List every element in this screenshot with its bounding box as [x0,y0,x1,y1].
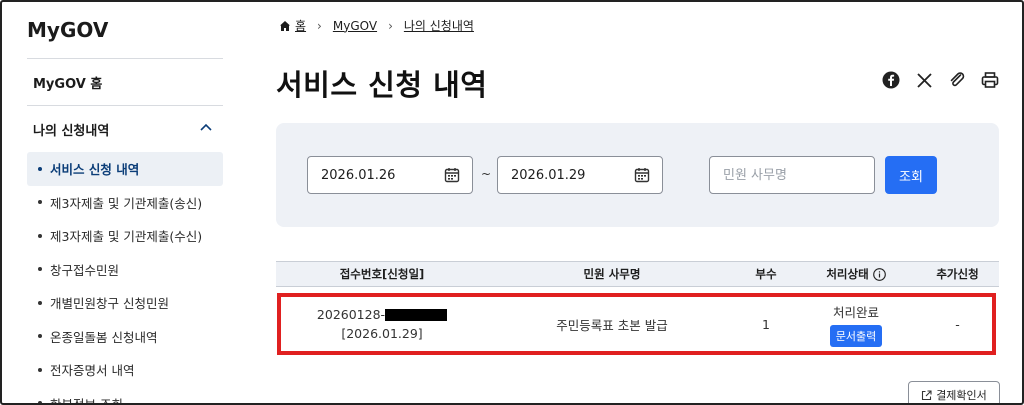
sidebar-item-mygov-home[interactable]: MyGOV 홈 [33,73,102,92]
sidebar-item-label: 전자증명서 내역 [50,363,135,379]
sidebar-item-allday-care[interactable]: 온종일돌봄 신청내역 [27,320,223,354]
sidebar-item-third-party-receive[interactable]: 제3자제출 및 기관제출(수신) [27,219,223,253]
column-header-status-label: 처리상태 [826,267,869,281]
civil-service-name-input[interactable] [709,156,875,194]
payment-confirm-button[interactable]: 결제확인서 [908,381,1000,405]
start-date-value: 2026.01.26 [321,167,396,183]
breadcrumb-mygov[interactable]: MyGOV [333,19,377,33]
breadcrumb-my-applications[interactable]: 나의 신청내역 [404,17,474,34]
sidebar-item-e-certificate[interactable]: 전자증명서 내역 [27,353,223,387]
redaction-bar [385,308,448,321]
column-header-status: 처리상태 [796,262,916,286]
page-title: 서비스 신청 내역 [276,68,488,102]
cell-extra: - [955,316,960,332]
bullet-icon [38,166,42,171]
sidebar-item-info-lookup[interactable]: 한부정보 조회 [27,387,223,405]
receipt-number: 20260128- [316,307,386,322]
column-header-copies: 부수 [755,267,777,281]
print-icon[interactable] [980,70,1000,90]
search-panel: 2026.01.26 ~ 2026.01.29 조회 [276,123,999,227]
chevron-up-icon[interactable] [199,120,213,134]
breadcrumb: 홈 › MyGOV › 나의 신청내역 [279,17,474,34]
sidebar-item-label: 창구접수민원 [50,262,120,278]
table-row: 20260128- [2026.01.29] 주민등록표 초본 발급 1 처리완… [276,292,999,356]
brand-title[interactable]: MyGOV [27,18,108,42]
sidebar-item-service-history[interactable]: 서비스 신청 내역 [27,152,223,186]
sidebar-section-my-applications[interactable]: 나의 신청내역 [33,120,109,139]
print-document-button[interactable]: 문서출력 [829,324,883,347]
search-button[interactable]: 조회 [885,156,937,194]
bullet-icon [38,300,42,305]
chevron-right-icon: › [317,18,322,33]
info-icon[interactable] [872,267,886,281]
bullet-icon [38,334,42,339]
bullet-icon [38,267,42,272]
date-range-separator: ~ [481,167,492,181]
sidebar-item-individual-counter[interactable]: 개별민원창구 신청민원 [27,286,223,320]
link-icon[interactable] [947,70,967,90]
divider [27,58,223,59]
cell-status: 처리완료 문서출력 [796,292,916,356]
column-header-receipt: 접수번호[신청일] [339,267,425,281]
sidebar-item-label: 개별민원창구 신청민원 [50,296,169,312]
sidebar-item-label: 온종일돌봄 신청내역 [50,329,158,345]
sidebar-item-third-party-send[interactable]: 제3자제출 및 기관제출(송신) [27,186,223,220]
column-header-name: 민원 사무명 [583,267,641,281]
x-icon[interactable] [914,70,934,90]
facebook-icon[interactable] [881,70,901,90]
sidebar-item-counter-civil[interactable]: 창구접수민원 [27,253,223,287]
sidebar-item-label: 제3자제출 및 기관제출(수신) [50,229,203,245]
calendar-icon[interactable] [634,167,650,183]
bullet-icon [38,200,42,205]
bullet-icon [38,233,42,238]
sidebar-submenu: 서비스 신청 내역 제3자제출 및 기관제출(송신) 제3자제출 및 기관제출(… [27,152,223,405]
sidebar-item-label: 제3자제출 및 기관제출(송신) [50,195,203,211]
cell-service-name: 주민등록표 초본 발급 [556,317,668,333]
column-header-extra: 추가신청 [936,267,979,281]
breadcrumb-home[interactable]: 홈 [295,17,306,34]
cell-receipt: 20260128- [2026.01.29] [276,292,488,356]
cell-copies: 1 [762,316,770,332]
divider [27,105,223,106]
status-text: 처리완료 [832,304,879,320]
payment-confirm-label: 결제확인서 [936,389,987,402]
sidebar-item-label: 한부정보 조회 [50,396,123,405]
share-toolbar [881,70,1000,90]
table-header: 접수번호[신청일] 민원 사무명 부수 처리상태 추가신청 [276,261,999,287]
start-date-field[interactable]: 2026.01.26 [307,156,473,194]
chevron-right-icon: › [388,18,393,33]
bullet-icon [38,401,42,405]
sidebar: MyGOV MyGOV 홈 나의 신청내역 서비스 신청 내역 제3자제출 및 … [27,0,223,405]
end-date-field[interactable]: 2026.01.29 [497,156,663,194]
sidebar-item-label: 서비스 신청 내역 [50,162,140,178]
receipt-date: [2026.01.29] [341,326,423,341]
bullet-icon [38,367,42,372]
calendar-icon[interactable] [444,167,460,183]
home-icon [280,20,290,31]
external-link-icon [922,389,932,400]
end-date-value: 2026.01.29 [511,167,586,183]
